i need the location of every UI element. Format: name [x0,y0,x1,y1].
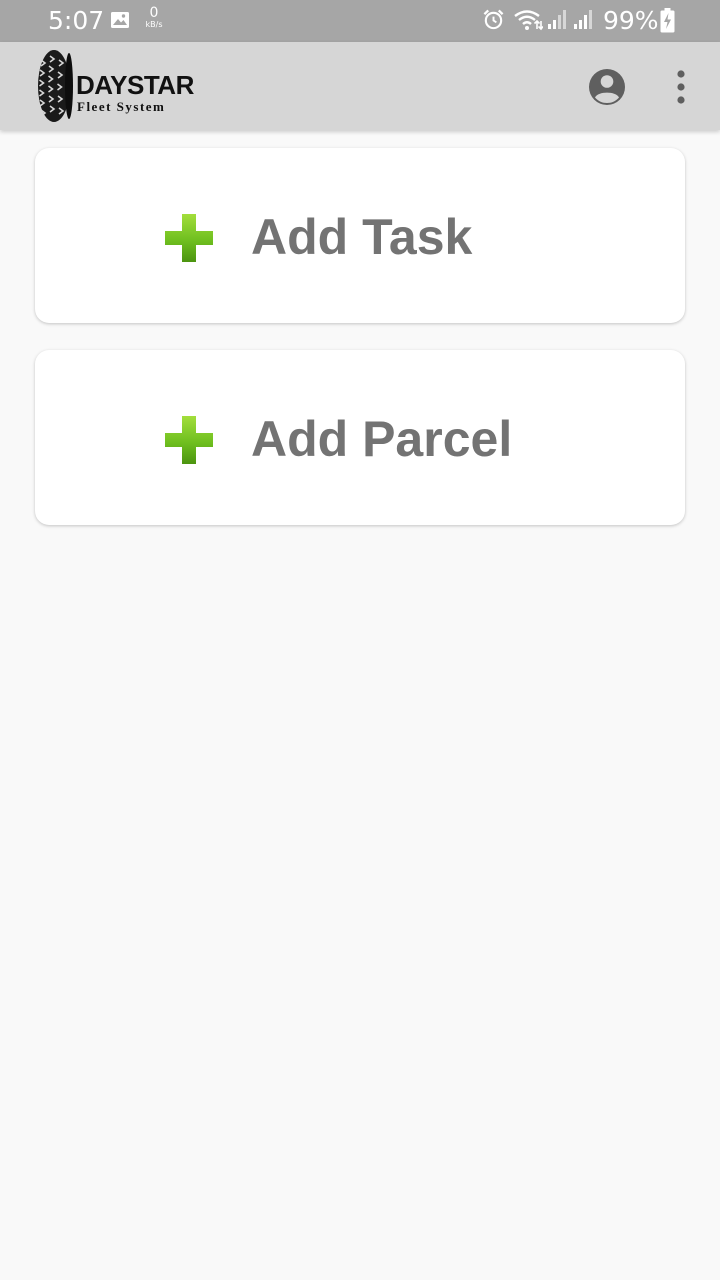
account-circle-icon[interactable] [587,67,627,107]
battery-percent: 99% [603,6,659,35]
battery-charging-icon [660,8,675,33]
gallery-icon [111,12,129,28]
more-vert-icon[interactable] [667,67,695,107]
alarm-icon [483,9,504,30]
status-time: 5:07 [48,6,105,35]
logo-subtitle: Fleet System [77,99,166,114]
app-bar: DAYSTAR Fleet System [0,42,720,130]
logo-brand-text: DAYSTAR [76,70,194,100]
network-speed-unit: kB/s [145,20,163,29]
network-speed-value: 0 [149,5,159,21]
add-task-button[interactable]: Add Task [35,148,685,323]
tire-icon [38,50,73,122]
signal-icon [574,10,592,29]
network-speed: 0 kB/s [141,6,167,29]
plus-icon [165,416,213,464]
add-parcel-label: Add Parcel [251,411,513,467]
app-logo: DAYSTAR Fleet System [36,48,196,124]
add-parcel-button[interactable]: Add Parcel [35,350,685,525]
wifi-icon [514,10,543,31]
plus-icon [165,214,213,262]
add-task-label: Add Task [251,209,473,265]
status-bar: 5:07 0 kB/s 99% [0,0,720,42]
signal-icon [548,10,566,29]
